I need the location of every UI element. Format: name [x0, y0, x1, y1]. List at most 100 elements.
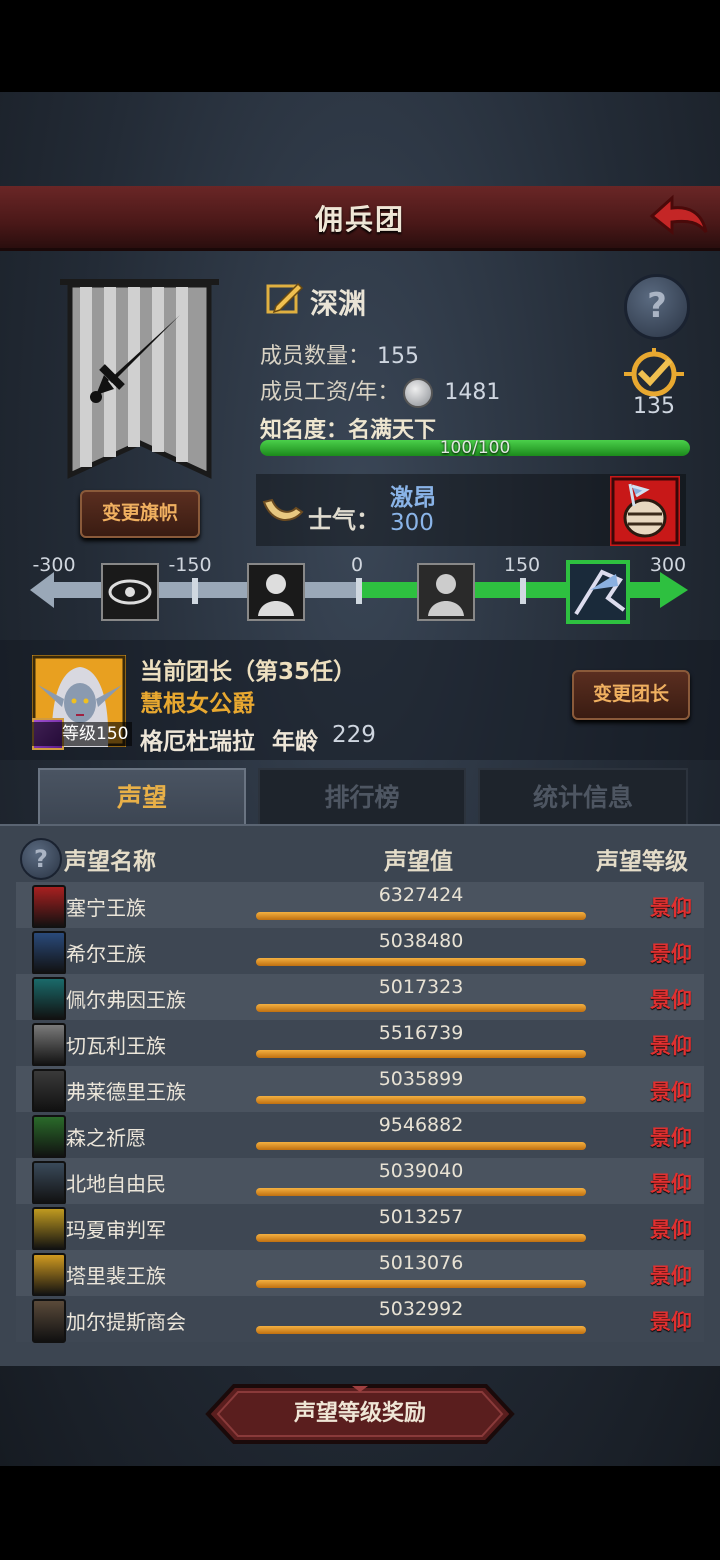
reputation-bar — [256, 1050, 586, 1058]
faction-crest-icon — [32, 977, 66, 1021]
page-title: 佣兵团 — [314, 203, 405, 236]
table-row[interactable]: 加尔提斯商会 5032992 景仰 — [16, 1296, 704, 1343]
faction-crest-icon — [32, 931, 66, 975]
faction-name: 塔里裴王族 — [66, 1264, 166, 1288]
leader-age-label: 年龄 — [272, 729, 318, 755]
table-row[interactable]: 弗莱德里王族 5035899 景仰 — [16, 1066, 704, 1113]
war-drum-icon[interactable] — [610, 476, 680, 546]
reputation-value: 5516739 — [378, 1022, 464, 1044]
table-row[interactable]: 切瓦利王族 5516739 景仰 — [16, 1020, 704, 1067]
change-leader-button[interactable]: 变更团长 — [572, 670, 690, 720]
tab-statistics[interactable]: 统计信息 — [478, 768, 688, 828]
table-row[interactable]: 玛夏审判军 5013257 景仰 — [16, 1204, 704, 1251]
reputation-level: 景仰 — [650, 896, 692, 920]
members-count: 155 — [377, 344, 420, 369]
faction-crest-icon — [32, 1069, 66, 1113]
faction-crest-icon — [32, 1207, 66, 1251]
reputation-reward-button[interactable]: 声望等级奖励 — [204, 1384, 516, 1444]
change-flag-button[interactable]: 变更旗帜 — [80, 490, 200, 538]
salary-value: 1481 — [444, 380, 501, 405]
back-arrow-icon[interactable] — [648, 192, 710, 242]
scale-tick-4: 300 — [650, 554, 686, 576]
morale-stage-despair-icon — [247, 563, 305, 621]
scale-tick-2: 0 — [351, 554, 363, 576]
faction-crest-icon — [32, 1023, 66, 1067]
reputation-value: 5032992 — [378, 1298, 464, 1320]
help-icon[interactable]: ? — [20, 838, 62, 880]
leader-title: 当前团长（第35任） — [140, 659, 357, 685]
reputation-level: 景仰 — [650, 1310, 692, 1334]
reputation-value: 5038480 — [378, 930, 464, 952]
leader-rank: 慧根女公爵 — [140, 691, 255, 717]
horn-icon — [262, 498, 304, 521]
header-reputation-level: 声望等级 — [596, 849, 688, 875]
morale-stage-fear-icon — [101, 563, 159, 621]
reputation-value: 5039040 — [378, 1160, 464, 1182]
faction-name: 切瓦利王族 — [66, 1034, 166, 1058]
leader-level: 等级150 — [32, 722, 133, 746]
reputation-value: 5013076 — [378, 1252, 464, 1274]
scale-tick-3: 150 — [504, 554, 540, 576]
guild-banner-flag — [60, 279, 219, 479]
reputation-level: 景仰 — [650, 1172, 692, 1196]
salary-label: 成员工资/年： — [260, 380, 400, 405]
reputation-bar — [256, 1142, 586, 1150]
help-icon[interactable]: ? — [624, 274, 690, 340]
members-row: 成员数量： 155 — [260, 338, 419, 370]
faction-name: 希尔王族 — [66, 942, 146, 966]
table-row[interactable]: 森之祈愿 9546882 景仰 — [16, 1112, 704, 1159]
reputation-level: 景仰 — [650, 1034, 692, 1058]
silver-coin-icon — [403, 378, 434, 408]
guild-name: 深渊 — [310, 287, 367, 320]
leader-age: 229 — [332, 722, 376, 748]
table-row[interactable]: 北地自由民 5039040 景仰 — [16, 1158, 704, 1205]
header-reputation-value: 声望值 — [384, 849, 453, 875]
reputation-value: 5017323 — [378, 976, 464, 998]
morale-value: 300 — [390, 510, 434, 536]
reputation-bar — [256, 1188, 586, 1196]
reputation-bar — [256, 1280, 586, 1288]
faction-crest-icon — [32, 1299, 66, 1343]
leader-name: 格厄杜瑞拉 — [140, 729, 255, 755]
faction-name: 弗莱德里王族 — [66, 1080, 186, 1104]
reputation-bar — [256, 1096, 586, 1104]
salary-row: 成员工资/年： 1481 — [260, 374, 500, 408]
tab-reputation[interactable]: 声望 — [38, 768, 246, 826]
reputation-bar — [256, 912, 586, 920]
reputation-value: 9546882 — [378, 1114, 464, 1136]
morale-state: 激昂 — [390, 485, 436, 511]
table-row[interactable]: 希尔王族 5038480 景仰 — [16, 928, 704, 975]
morale-stage-excited-icon — [566, 560, 630, 624]
reputation-level: 景仰 — [650, 1126, 692, 1150]
reputation-bar — [256, 1326, 586, 1334]
faction-name: 塞宁王族 — [66, 896, 146, 920]
medal-target-icon[interactable] — [622, 348, 686, 400]
faction-name: 北地自由民 — [66, 1172, 166, 1196]
faction-crest-icon — [32, 1253, 66, 1297]
bottom-letterbox — [0, 1466, 720, 1560]
table-row[interactable]: 塔里裴王族 5013076 景仰 — [16, 1250, 704, 1297]
header-reputation-name: 声望名称 — [64, 849, 156, 875]
morale-label: 士气： — [308, 506, 380, 534]
faction-name: 森之祈愿 — [66, 1126, 146, 1150]
morale-scale: -300 -150 0 150 300 — [30, 554, 688, 624]
reputation-level: 景仰 — [650, 1264, 692, 1288]
faction-crest-icon — [32, 885, 66, 929]
members-label: 成员数量： — [260, 344, 371, 369]
fame-progress-text: 100/100 — [439, 438, 511, 458]
reputation-bar — [256, 958, 586, 966]
faction-crest-icon — [32, 1161, 66, 1205]
table-row[interactable]: 佩尔弗因王族 5017323 景仰 — [16, 974, 704, 1021]
scale-tick-0: -300 — [32, 554, 75, 576]
reputation-level: 景仰 — [650, 988, 692, 1012]
reputation-value: 6327424 — [378, 884, 464, 906]
scale-tick-1: -150 — [168, 554, 211, 576]
faction-name: 加尔提斯商会 — [66, 1310, 186, 1334]
reputation-level: 景仰 — [650, 1080, 692, 1104]
faction-name: 佩尔弗因王族 — [66, 988, 186, 1012]
tab-leaderboard[interactable]: 排行榜 — [258, 768, 466, 828]
table-row[interactable]: 塞宁王族 6327424 景仰 — [16, 882, 704, 929]
reputation-value: 5013257 — [378, 1206, 464, 1228]
edit-name-icon[interactable] — [264, 278, 304, 318]
reputation-bar — [256, 1234, 586, 1242]
